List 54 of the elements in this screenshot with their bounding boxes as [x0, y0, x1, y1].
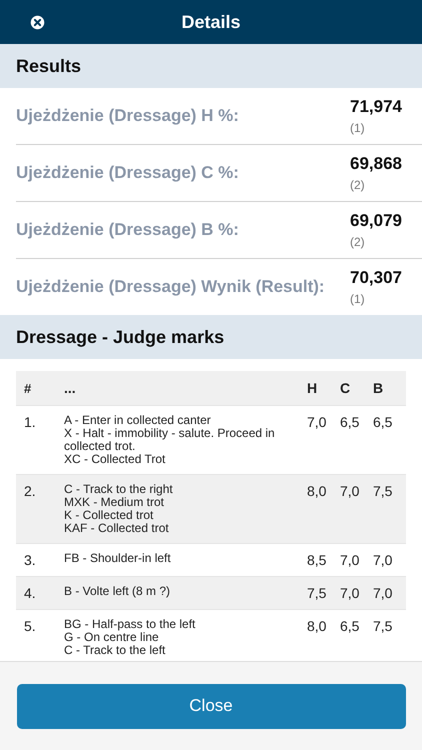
result-value: 71,974: [350, 97, 403, 117]
table-cell-text: 2.: [23, 483, 37, 499]
table-cell-text: 8,0: [307, 483, 328, 499]
table-cell-text: MXK - Medium trot: [64, 496, 164, 509]
result-value: 69,079: [350, 211, 403, 231]
section-title: Dressage - Judge marks: [16, 326, 224, 348]
close-button[interactable]: Close: [16, 684, 406, 728]
table-cell-text: 7,0: [307, 414, 328, 430]
table-cell-text: G - On centre line: [64, 631, 160, 644]
result-rank: (1): [350, 292, 366, 306]
table-cell-text: 7,5: [373, 483, 394, 499]
column-header: H: [307, 380, 318, 396]
column-header: ...: [64, 380, 77, 396]
result-rank: (2): [350, 178, 366, 192]
section-title: Results: [16, 56, 82, 76]
column-header: #: [23, 380, 32, 396]
table-cell-text: 7,5: [373, 618, 394, 634]
result-value: 69,868: [350, 154, 403, 174]
table-cell-text: FB - Shoulder-in left: [64, 552, 172, 565]
column-header: C: [340, 380, 352, 396]
column-header: B: [373, 380, 384, 396]
table-cell-text: 1.: [23, 414, 37, 430]
result-value: 70,307: [350, 268, 403, 288]
result-label: Ujeżdżenie (Dressage) Wynik (Result):: [16, 277, 325, 297]
table-cell-text: 6,5: [340, 618, 360, 634]
table-cell-text: 8,5: [307, 552, 328, 568]
table-cell-text: BG - Half-pass to the left: [64, 618, 196, 631]
table-cell-text: 6,5: [340, 414, 360, 430]
table-cell-text: 7,0: [373, 552, 394, 568]
table-cell-text: 7,0: [340, 585, 360, 601]
result-rank: (1): [350, 121, 366, 135]
result-label: Ujeżdżenie (Dressage) C %:: [16, 163, 239, 183]
window-title: Details: [181, 12, 241, 32]
table-cell-text: 7,0: [373, 585, 394, 601]
table-cell-text: 5.: [23, 618, 37, 634]
table-cell-text: 7,0: [340, 483, 360, 499]
result-label: Ujeżdżenie (Dressage) B %:: [16, 220, 239, 240]
table-cell-text: K - Collected trot: [64, 509, 154, 522]
close-icon[interactable]: [30, 15, 45, 30]
table-cell-text: C - Track to the left: [64, 644, 166, 657]
table-cell-text: 6,5: [373, 414, 394, 430]
table-cell-text: A - Enter in collected canter: [64, 414, 212, 427]
table-cell-text: XC - Collected Trot: [64, 453, 166, 466]
table-cell-text: C - Track to the right: [64, 483, 174, 496]
table-cell-text: KAF - Collected trot: [64, 522, 170, 535]
table-cell-text: 7,5: [307, 585, 328, 601]
table-cell-text: 3.: [23, 552, 37, 568]
table-cell-text: 7,0: [340, 552, 360, 568]
result-label: Ujeżdżenie (Dressage) H %:: [16, 106, 239, 126]
table-cell-text: B - Volte left (8 m ?): [64, 585, 172, 598]
table-cell-text: 8,0: [307, 618, 328, 634]
result-rank: (2): [350, 235, 366, 249]
table-cell-text: 4.: [23, 585, 37, 601]
table-cell-text: X - Halt - immobility - salute. Proceed in collected trot.: [64, 427, 276, 453]
